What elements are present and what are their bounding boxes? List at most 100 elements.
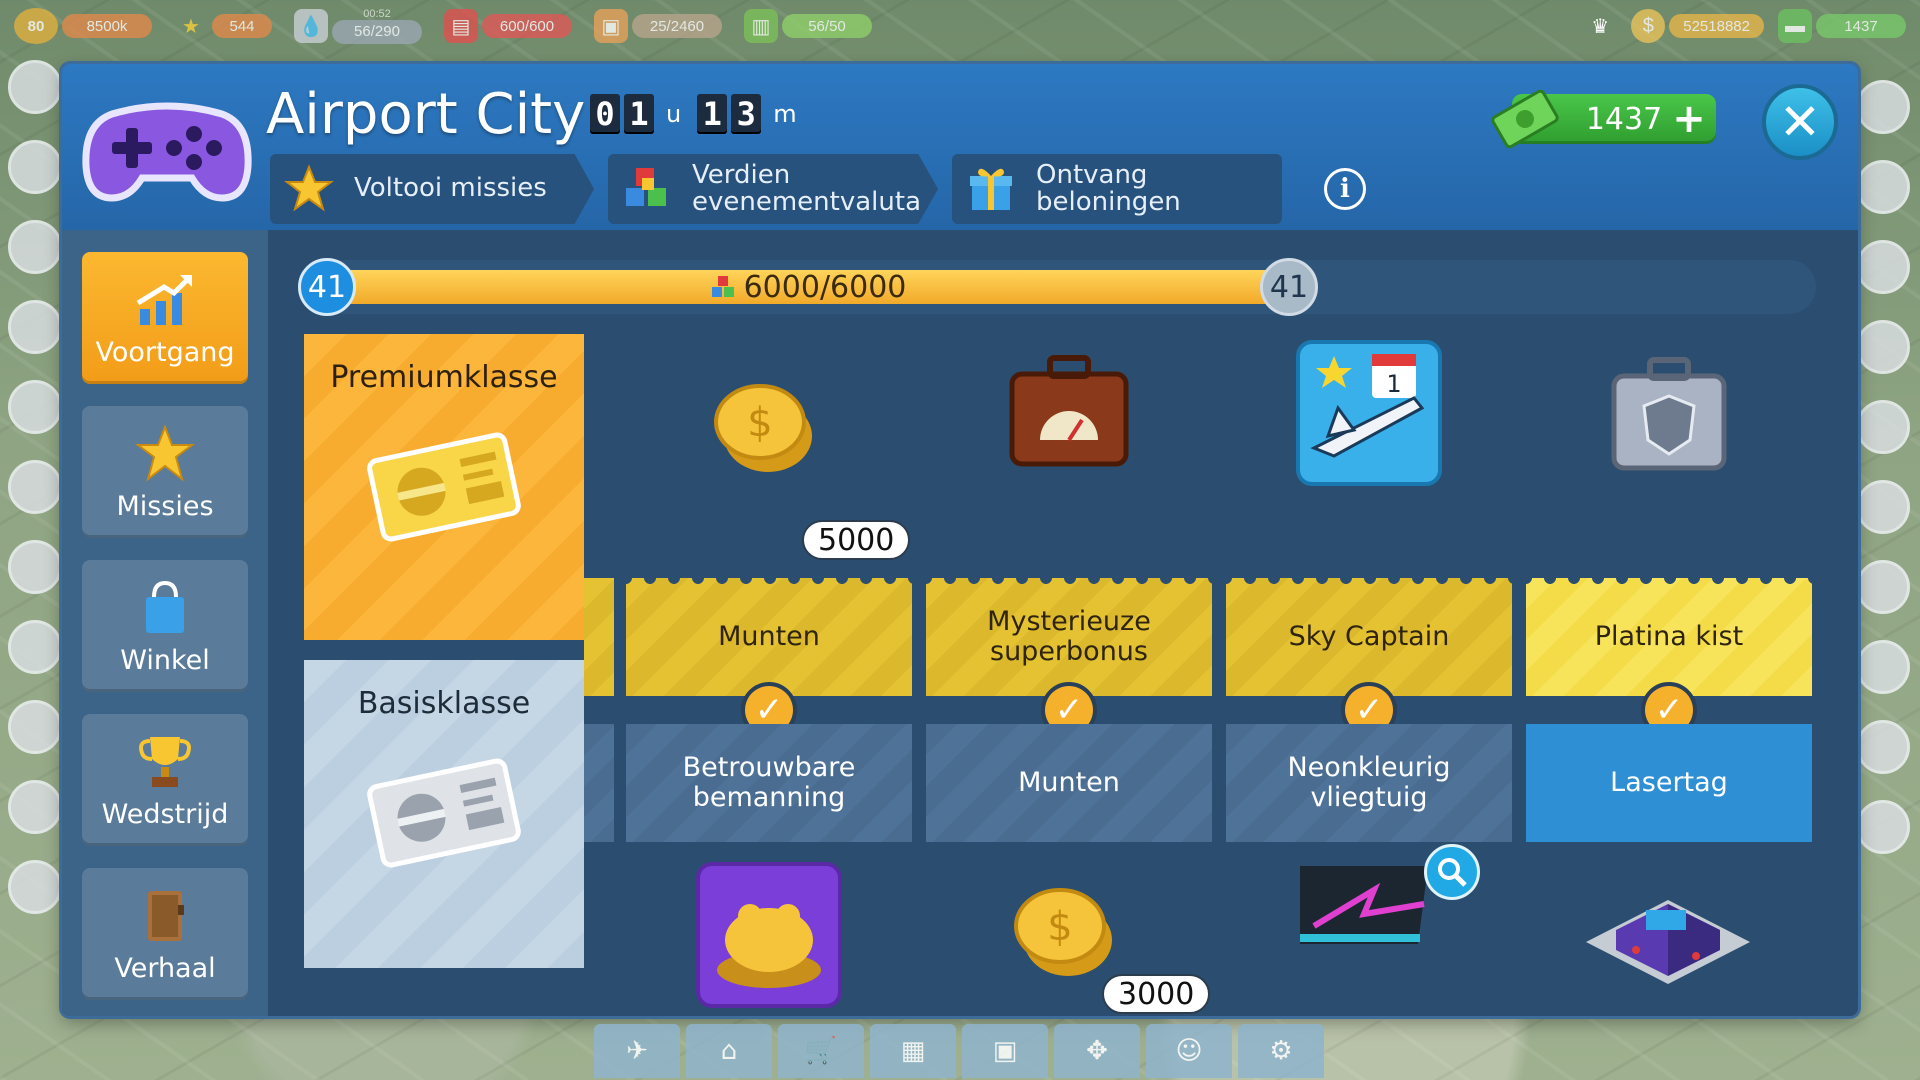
side-shortcut-icon[interactable] xyxy=(8,60,62,114)
panel-header: Airport City 0 1 u 1 3 m Voltooi missies xyxy=(62,64,1858,230)
reward-column: Platina kist ✓ Lasertag xyxy=(1526,230,1812,990)
treasure-chest-icon[interactable]: ▣ xyxy=(962,1024,1048,1078)
gamepad-icon xyxy=(82,102,252,202)
premium-reward-platina-kist[interactable]: Platina kist xyxy=(1526,578,1812,696)
side-shortcut-icon[interactable] xyxy=(8,540,62,594)
storage-icon: ▤ xyxy=(444,9,478,43)
cash-balance[interactable]: 1437 + xyxy=(1491,89,1716,149)
backpack-counter[interactable]: ▥ 56/50 xyxy=(744,9,872,43)
side-shortcut-icon[interactable] xyxy=(1856,80,1910,134)
crown-icon[interactable]: ♛ xyxy=(1583,9,1617,43)
sidebar-item-label: Voortgang xyxy=(95,337,235,368)
side-shortcut-icon[interactable] xyxy=(8,140,62,194)
sidebar-item-verhaal[interactable]: Verhaal xyxy=(82,868,248,1000)
side-shortcut-icon[interactable] xyxy=(1856,400,1910,454)
side-shortcut-icon[interactable] xyxy=(1856,560,1910,614)
side-shortcut-icon[interactable] xyxy=(8,380,62,434)
xp-value: 8500k xyxy=(62,14,152,38)
svg-text:$: $ xyxy=(1047,904,1072,950)
settings-gear-icon[interactable]: ⚙ xyxy=(1238,1024,1324,1078)
coin-icon: $ xyxy=(1631,9,1666,43)
cash-counter[interactable]: ▬ 1437 xyxy=(1778,9,1906,43)
airplane-menu-icon[interactable]: ✈ xyxy=(594,1024,680,1078)
suitcase-value: 25/2460 xyxy=(632,14,722,38)
trophy-icon xyxy=(139,737,191,787)
side-shortcut-icon[interactable] xyxy=(1856,160,1910,214)
tab-ontvang-beloningen[interactable]: Ontvang beloningen xyxy=(952,154,1282,224)
premium-track-label: Premiumklasse xyxy=(330,360,558,395)
side-shortcut-icon[interactable] xyxy=(1856,480,1910,534)
current-level-badge: 41 xyxy=(298,258,356,316)
tab-verdien-evenementvaluta[interactable]: Verdien evenementvaluta xyxy=(608,154,938,224)
side-shortcut-icon[interactable] xyxy=(8,700,62,754)
reward-amount-badge: 3000 xyxy=(1102,974,1211,1014)
zoom-preview-button[interactable] xyxy=(1424,844,1480,900)
add-cash-button[interactable]: + xyxy=(1672,99,1706,139)
shop-cart-icon[interactable]: 🛒 xyxy=(778,1024,864,1078)
close-button[interactable]: ✕ xyxy=(1762,84,1838,160)
hangar-menu-icon[interactable]: ⌂ xyxy=(686,1024,772,1078)
event-steps: Voltooi missies Verdien evenementvaluta xyxy=(270,154,1282,224)
basic-track-label: Basisklasse xyxy=(357,686,531,721)
coins-icon: $ xyxy=(714,384,812,472)
magnifier-icon xyxy=(1438,858,1467,887)
stars-counter[interactable]: ★ 544 xyxy=(174,9,272,43)
side-shortcut-icon[interactable] xyxy=(1856,800,1910,854)
sidebar-item-winkel[interactable]: Winkel xyxy=(82,560,248,692)
suitcase-counter[interactable]: ▣ 25/2460 xyxy=(594,9,722,43)
basic-reward-lasertag[interactable]: Lasertag xyxy=(1526,724,1812,842)
sidebar-item-label: Wedstrijd xyxy=(101,799,229,830)
fuel-counter[interactable]: 💧 00:52 56/290 xyxy=(294,8,422,44)
banknote-icon: ▬ xyxy=(1778,9,1812,43)
player-level[interactable]: 80 8500k xyxy=(14,8,152,44)
side-shortcut-icon[interactable] xyxy=(1856,240,1910,294)
storage-value: 600/600 xyxy=(482,14,572,38)
banknote-icon xyxy=(1491,89,1559,149)
side-shortcut-icon[interactable] xyxy=(8,780,62,834)
side-shortcut-icon[interactable] xyxy=(8,300,62,354)
reward-amount-badge: 5000 xyxy=(802,520,911,560)
side-shortcut-icon[interactable] xyxy=(1856,640,1910,694)
cash-amount: 1437 xyxy=(1585,101,1663,137)
sidebar-item-label: Missies xyxy=(116,491,214,522)
premium-track-card[interactable]: Premiumklasse xyxy=(304,334,584,640)
sidebar-item-label: Winkel xyxy=(120,645,210,676)
sidebar-item-voortgang[interactable]: Voortgang xyxy=(82,252,248,384)
sidebar-item-missies[interactable]: Missies xyxy=(82,406,248,538)
timer-unit-minutes: m xyxy=(773,100,797,128)
silver-ticket-icon xyxy=(367,758,521,868)
coins-counter[interactable]: $ 52518882 xyxy=(1631,9,1764,43)
mystery-chest-icon xyxy=(1009,355,1129,467)
basic-reward-betrouwbare-bemanning[interactable]: Betrouwbare bemanning xyxy=(626,724,912,842)
premium-reward-sky-captain[interactable]: Sky Captain xyxy=(1226,578,1512,696)
storage-counter[interactable]: ▤ 600/600 xyxy=(444,9,572,43)
side-shortcut-icon[interactable] xyxy=(8,220,62,274)
info-icon[interactable]: i xyxy=(1324,168,1366,210)
progress-chart-icon xyxy=(136,275,192,325)
side-shortcut-icon[interactable] xyxy=(8,620,62,674)
basic-reward-neonkleurig-vliegtuig[interactable]: Neonkleurig vliegtuig xyxy=(1226,724,1512,842)
timer-unit-hours: u xyxy=(666,100,682,128)
tab-label: Voltooi missies xyxy=(354,173,547,204)
premium-reward-mysterieuze-superbonus[interactable]: Mysterieuze superbonus xyxy=(926,578,1212,696)
basic-reward-munten[interactable]: Munten xyxy=(926,724,1212,842)
move-arrows-icon[interactable]: ✥ xyxy=(1054,1024,1140,1078)
book-icon xyxy=(148,891,184,941)
basic-track-card[interactable]: Basisklasse xyxy=(304,660,584,968)
tab-voltooi-missies[interactable]: Voltooi missies xyxy=(270,154,594,224)
premium-reward-munten[interactable]: Munten xyxy=(626,578,912,696)
side-shortcut-icon[interactable] xyxy=(8,460,62,514)
shopping-bag-icon xyxy=(146,580,184,633)
fuel-drop-icon: 💧 xyxy=(294,9,328,43)
reward-column: 1 Sky Captain ✓ Neonkleurig vliegtuig xyxy=(1226,230,1512,990)
right-side-buttons xyxy=(1856,80,1912,880)
side-shortcut-icon[interactable] xyxy=(1856,320,1910,374)
friends-icon[interactable]: ☺ xyxy=(1146,1024,1232,1078)
sidebar-item-wedstrijd[interactable]: Wedstrijd xyxy=(82,714,248,846)
event-title: Airport City xyxy=(266,82,586,147)
crate-icon[interactable]: ▦ xyxy=(870,1024,956,1078)
side-shortcut-icon[interactable] xyxy=(8,860,62,914)
gift-icon xyxy=(970,168,1012,210)
star-icon xyxy=(135,424,195,482)
side-shortcut-icon[interactable] xyxy=(1856,720,1910,774)
